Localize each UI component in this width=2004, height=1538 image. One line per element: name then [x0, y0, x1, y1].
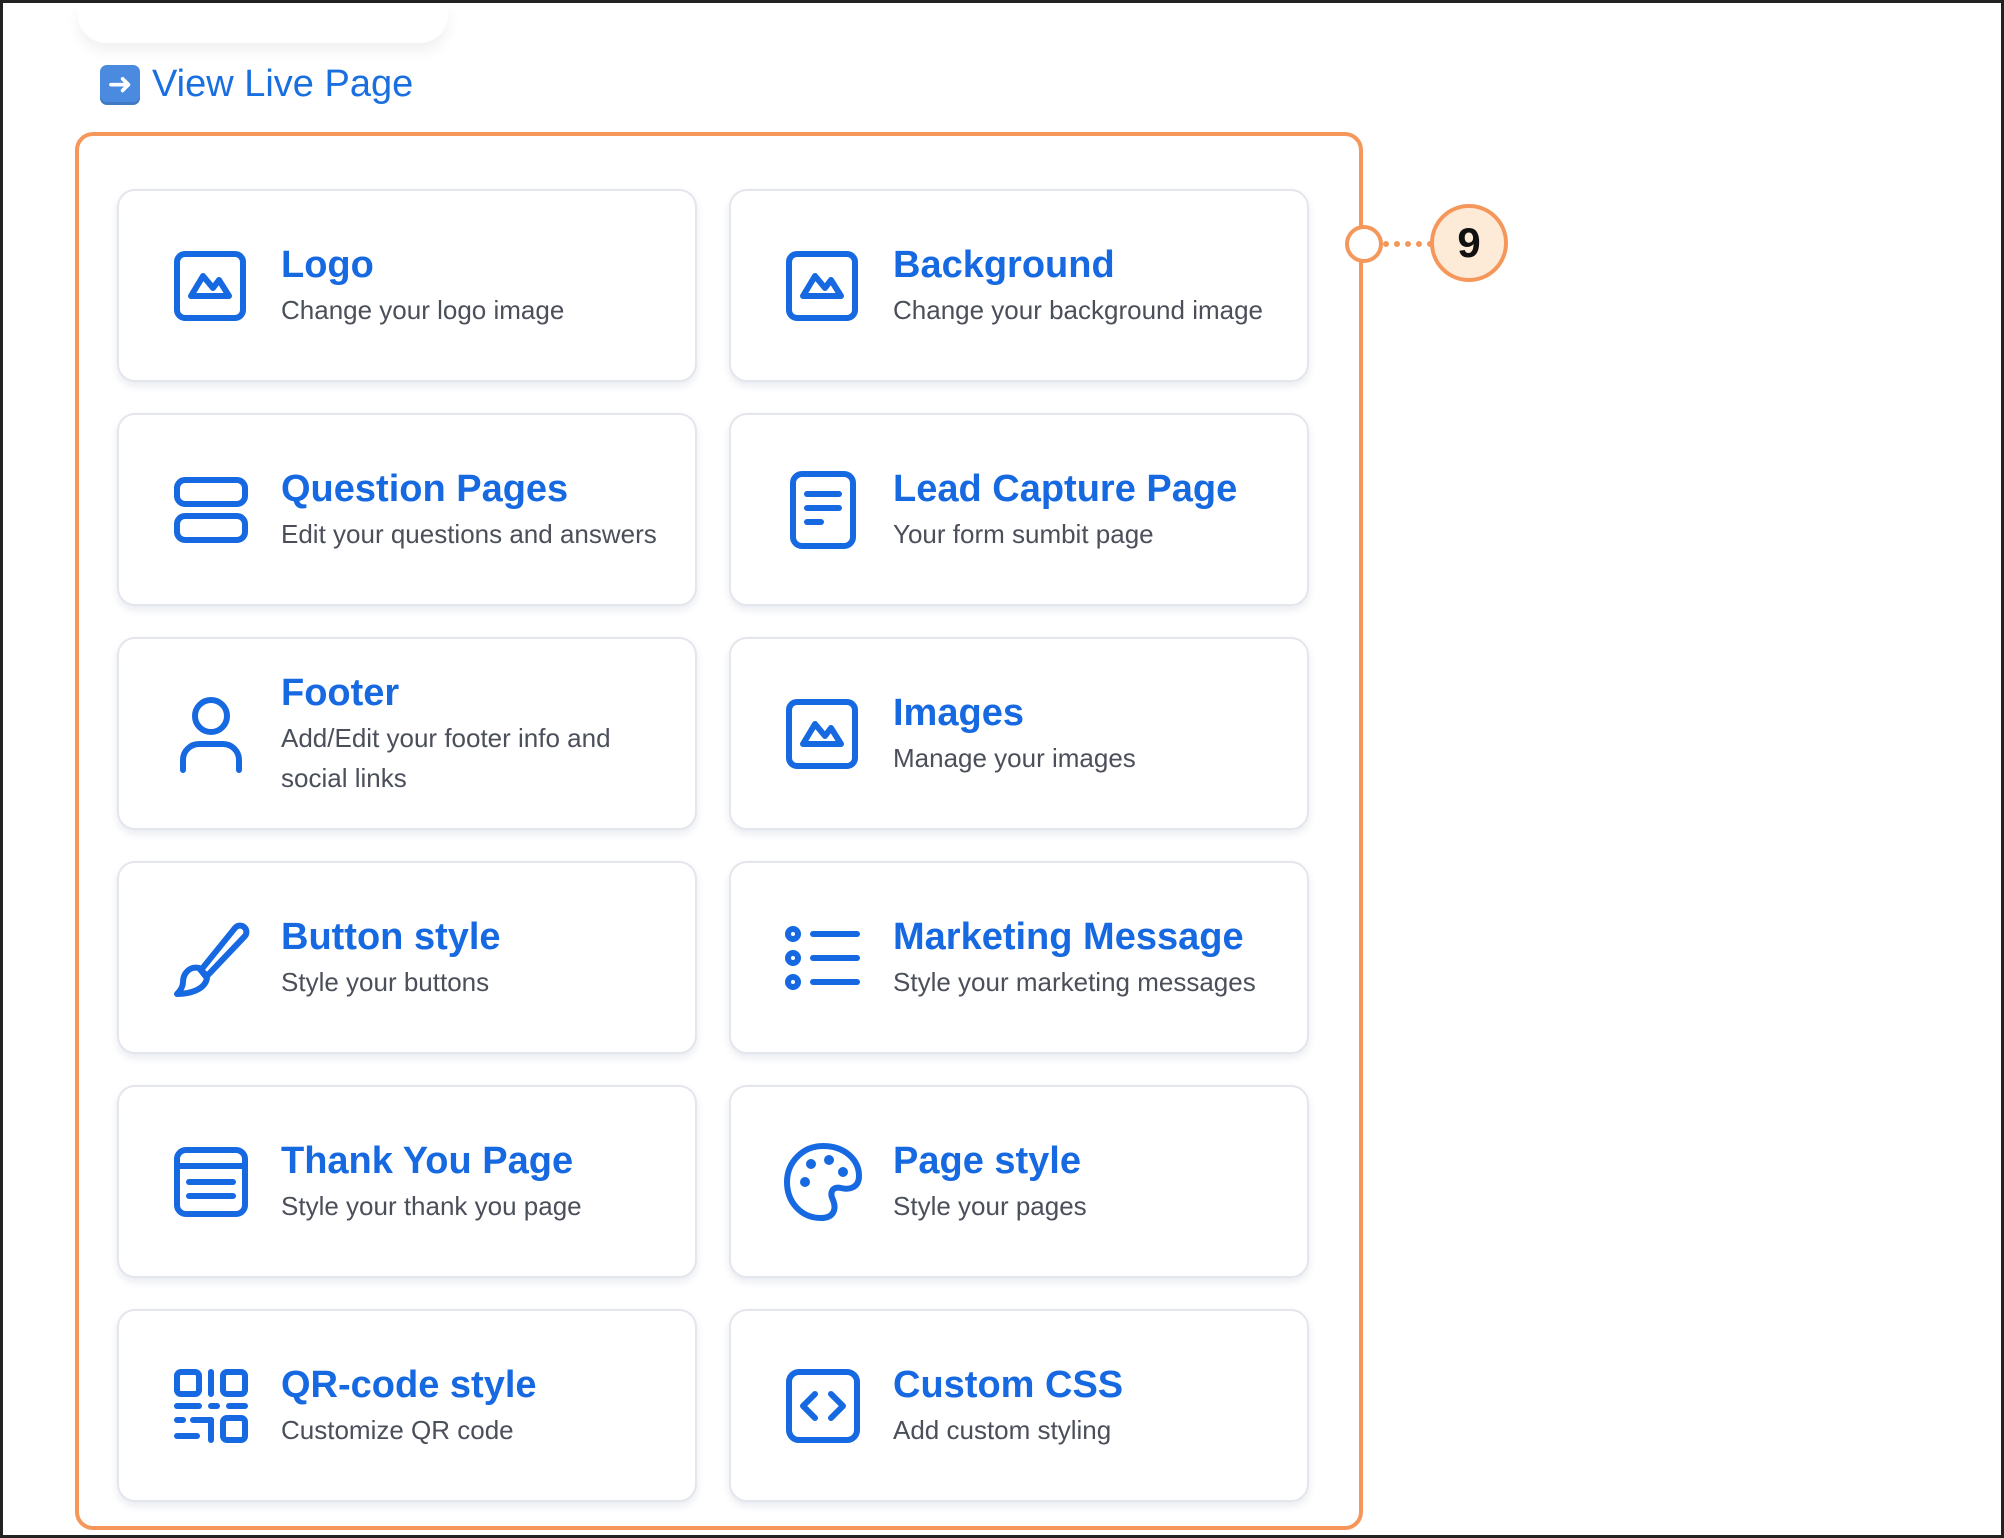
card-title: Thank You Page	[281, 1139, 574, 1182]
card-description: Change your logo image	[281, 294, 565, 325]
card-title: Marketing Message	[893, 915, 1244, 958]
card-description: Style your pages	[893, 1190, 1087, 1221]
card-title: Background	[893, 243, 1115, 286]
card-description: Change your background image	[893, 294, 1264, 325]
top-panel-edge	[78, 3, 448, 43]
image-icon	[171, 246, 251, 326]
card-lead-capture-page[interactable]: Lead Capture Page Your form sumbit page	[729, 413, 1309, 606]
paintbrush-icon	[171, 918, 251, 998]
card-logo[interactable]: Logo Change your logo image	[117, 189, 697, 382]
card-custom-css[interactable]: Custom CSS Add custom styling	[729, 1309, 1309, 1502]
callout-number-badge: 9	[1430, 204, 1508, 282]
card-title: Button style	[281, 915, 501, 958]
code-icon	[783, 1366, 863, 1446]
card-title: Custom CSS	[893, 1363, 1124, 1406]
card-button-style[interactable]: Button style Style your buttons	[117, 861, 697, 1054]
card-title: Question Pages	[281, 467, 569, 510]
card-title: Footer	[281, 671, 400, 714]
card-title: QR-code style	[281, 1363, 537, 1406]
stacked-rows-icon	[171, 470, 251, 550]
card-description: Manage your images	[893, 742, 1136, 773]
card-description: Style your thank you page	[281, 1190, 582, 1221]
card-qr-code-style[interactable]: QR-code style Customize QR code	[117, 1309, 697, 1502]
card-title: Logo	[281, 243, 374, 286]
palette-icon	[783, 1142, 863, 1222]
card-marketing-message[interactable]: Marketing Message Style your marketing m…	[729, 861, 1309, 1054]
card-page-style[interactable]: Page style Style your pages	[729, 1085, 1309, 1278]
image-icon	[783, 246, 863, 326]
card-title: Images	[893, 691, 1024, 734]
card-description: Style your buttons	[281, 966, 490, 997]
screenshot-frame: ➜ View Live Page Logo Change your logo i…	[0, 0, 2004, 1538]
settings-grid: Logo Change your logo image Background C…	[117, 189, 1309, 1502]
view-live-page-label: View Live Page	[152, 63, 414, 105]
card-footer[interactable]: Footer Add/Edit your footer info and soc…	[117, 637, 697, 830]
callout-connector	[1383, 241, 1433, 247]
card-title: Lead Capture Page	[893, 467, 1238, 510]
callout-anchor-dot	[1345, 225, 1383, 263]
image-icon	[783, 694, 863, 774]
arrow-right-icon: ➜	[100, 64, 140, 105]
list-icon	[783, 918, 863, 998]
card-description: Customize QR code	[281, 1414, 514, 1445]
card-description: Your form sumbit page	[893, 518, 1154, 549]
user-icon	[171, 694, 251, 774]
card-background[interactable]: Background Change your background image	[729, 189, 1309, 382]
card-description: Add custom styling	[893, 1414, 1112, 1445]
qr-code-icon	[171, 1366, 251, 1446]
card-description: Style your marketing messages	[893, 966, 1256, 997]
view-live-page-link[interactable]: ➜ View Live Page	[100, 63, 413, 106]
page-layout-icon	[171, 1142, 251, 1222]
card-images[interactable]: Images Manage your images	[729, 637, 1309, 830]
card-question-pages[interactable]: Question Pages Edit your questions and a…	[117, 413, 697, 606]
card-thank-you-page[interactable]: Thank You Page Style your thank you page	[117, 1085, 697, 1278]
form-document-icon	[783, 470, 863, 550]
card-description: Add/Edit your footer info and social lin…	[281, 722, 611, 793]
card-title: Page style	[893, 1139, 1081, 1182]
card-description: Edit your questions and answers	[281, 518, 657, 549]
